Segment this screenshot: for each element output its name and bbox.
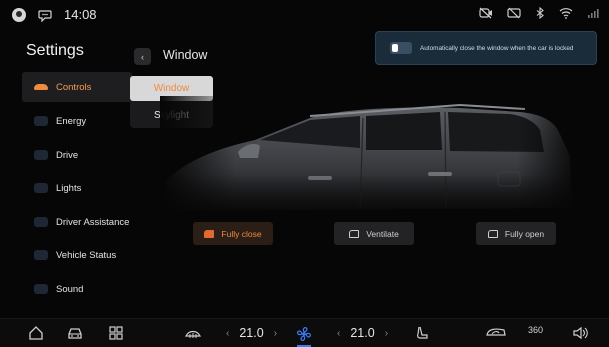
cellular-signal-icon (588, 9, 599, 18)
recirculation-icon (486, 328, 506, 336)
bluetooth-icon (536, 7, 544, 19)
energy-icon (34, 116, 48, 126)
left-temp-control[interactable]: ‹ 21.0 › (226, 326, 277, 340)
seat-heat-button[interactable] (414, 325, 430, 341)
chevron-left-icon: ‹ (141, 51, 144, 62)
window-closed-icon (204, 229, 215, 238)
fully-open-label: Fully open (504, 228, 545, 239)
front-defrost-button[interactable] (184, 325, 202, 341)
bottom-dock: ‹ 21.0 › ‹ 21.0 › 360 (0, 318, 609, 347)
apps-button[interactable] (108, 325, 124, 341)
sidebar-item-vehicle-status[interactable]: Vehicle Status (22, 240, 132, 270)
screen-off-icon (507, 7, 521, 19)
left-temp-value: 21.0 (239, 326, 264, 340)
screen: 14:08 Settings Controls Energy Drive Lig… (0, 0, 609, 347)
window-open-icon (487, 229, 498, 238)
sidebar-item-label: Controls (56, 81, 92, 93)
settings-title: Settings (26, 42, 84, 59)
sidebar-item-label: Drive (56, 149, 79, 161)
sidebar-item-energy[interactable]: Energy (22, 106, 132, 136)
sidebar-item-driver-assistance[interactable]: Driver Assistance (22, 207, 132, 237)
auto-close-label: Automatically close the window when the … (420, 44, 574, 52)
sound-icon (34, 284, 48, 294)
user-avatar-icon[interactable] (12, 7, 26, 22)
message-icon[interactable] (38, 8, 52, 22)
home-button[interactable] (28, 325, 44, 341)
sidebar-item-label: Lights (56, 182, 82, 194)
apps-grid-icon (109, 326, 123, 340)
sidebar-item-label: Sound (56, 283, 84, 295)
vehicle-button[interactable] (66, 325, 84, 341)
temp-left-increase-icon[interactable]: › (274, 328, 277, 339)
status-right (479, 7, 599, 19)
status-bar: 14:08 (0, 0, 609, 30)
seat-heat-icon (417, 326, 428, 339)
status-left: 14:08 (12, 7, 97, 22)
vehicle-status-icon (34, 250, 48, 260)
sidebar-item-label: Vehicle Status (56, 249, 117, 261)
ventilate-button[interactable]: Ventilate (334, 222, 414, 245)
fully-close-button[interactable]: Fully close (193, 222, 273, 245)
sidebar-item-label: Driver Assistance (56, 216, 130, 228)
fully-close-label: Fully close (221, 228, 262, 239)
auto-close-setting: Automatically close the window when the … (375, 31, 597, 65)
car-illustration (160, 96, 580, 226)
back-button[interactable]: ‹ (134, 48, 151, 65)
sidebar-item-lights[interactable]: Lights (22, 173, 132, 203)
temp-right-increase-icon[interactable]: › (385, 328, 388, 339)
toggle-knob (392, 44, 398, 52)
camera-360-button[interactable]: 360 (528, 325, 543, 335)
volume-icon (573, 326, 588, 340)
temp-left-decrease-icon[interactable]: ‹ (226, 328, 229, 339)
fan-button[interactable] (295, 325, 313, 343)
lights-icon (34, 183, 48, 193)
car-icon (68, 328, 82, 339)
defrost-icon (185, 330, 201, 338)
camera-360-icon: 360 (528, 325, 544, 335)
camera-off-icon (479, 7, 492, 19)
panel-title: Window (163, 48, 208, 62)
temp-right-decrease-icon[interactable]: ‹ (337, 328, 340, 339)
fan-icon (296, 326, 312, 342)
car-icon (34, 84, 48, 90)
drive-icon (34, 150, 48, 160)
sidebar-item-label: Energy (56, 115, 87, 127)
volume-button[interactable] (572, 325, 590, 341)
right-temp-control[interactable]: ‹ 21.0 › (337, 326, 388, 340)
window-vent-icon (349, 229, 360, 238)
sidebar-item-controls[interactable]: Controls (22, 72, 132, 102)
driver-assistance-icon (34, 217, 48, 227)
fully-open-button[interactable]: Fully open (476, 222, 556, 245)
auto-close-toggle[interactable] (390, 42, 412, 54)
clock: 14:08 (64, 7, 97, 22)
right-temp-value: 21.0 (350, 326, 375, 340)
sidebar-item-drive[interactable]: Drive (22, 140, 132, 170)
recirculation-button[interactable] (485, 325, 507, 341)
sidebar-item-sound[interactable]: Sound (22, 274, 132, 304)
ventilate-label: Ventilate (366, 228, 399, 239)
wifi-icon (559, 8, 573, 19)
home-icon (29, 326, 43, 340)
